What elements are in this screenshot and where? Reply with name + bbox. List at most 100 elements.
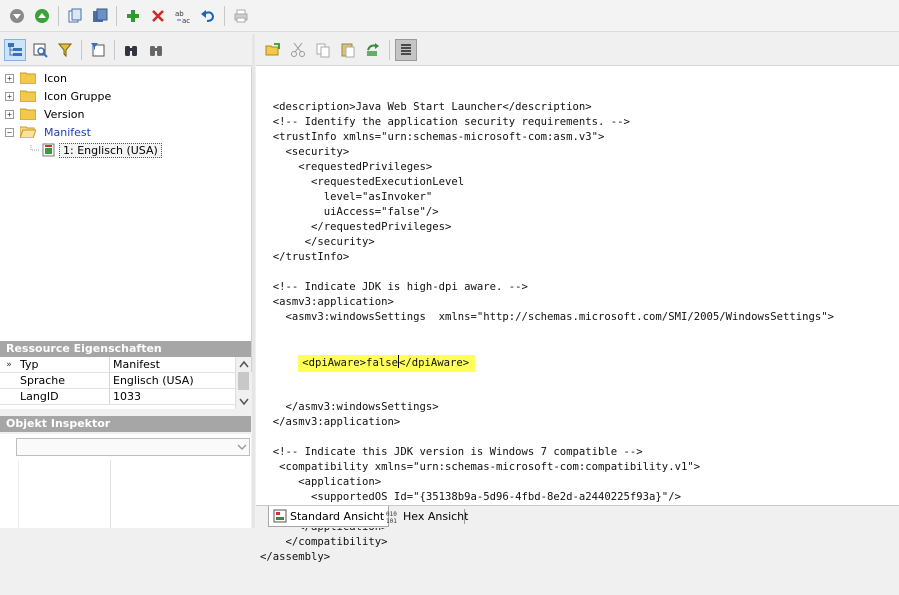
tree-node-label: Version bbox=[44, 107, 85, 121]
editor-toolbar bbox=[256, 34, 899, 66]
tab-hex-view[interactable]: 010 101 Hex Ansicht bbox=[382, 506, 472, 527]
filter-button[interactable] bbox=[54, 39, 76, 61]
svg-text:ac: ac bbox=[182, 17, 190, 24]
text-lines-icon bbox=[401, 43, 411, 55]
grid-divider bbox=[110, 460, 111, 528]
tree-leaf-manifest-lang[interactable]: 1: Englisch (USA) bbox=[30, 141, 162, 159]
paste-button[interactable] bbox=[337, 39, 359, 61]
code-line: </compatibility> bbox=[260, 536, 388, 548]
save-resources-button[interactable] bbox=[89, 5, 111, 27]
scroll-up-icon[interactable] bbox=[239, 360, 249, 368]
code-block-before: <description>Java Web Start Launcher</de… bbox=[260, 100, 899, 325]
folder-icon bbox=[20, 108, 36, 120]
tree-connector-icon bbox=[30, 145, 40, 151]
rename-icon: abac bbox=[175, 10, 190, 24]
panel-splitter[interactable] bbox=[252, 34, 255, 528]
resource-tree: + Icon + Icon Gruppe + Version − Manifes… bbox=[0, 67, 252, 372]
manifest-editor[interactable]: <description>Java Web Start Launcher</de… bbox=[260, 70, 899, 563]
delete-icon bbox=[152, 9, 164, 22]
code-line: </trustInfo> bbox=[260, 251, 350, 263]
rename-button[interactable]: ab ac bbox=[172, 5, 194, 27]
toolbar-separator bbox=[389, 39, 390, 60]
undo-button[interactable] bbox=[197, 5, 219, 27]
tab-standard-view[interactable]: Standard Ansicht bbox=[268, 506, 390, 527]
property-value: Englisch (USA) bbox=[113, 374, 194, 387]
tab-label: Hex Ansicht bbox=[403, 510, 469, 523]
copy-button[interactable] bbox=[312, 39, 334, 61]
code-line: </security> bbox=[260, 236, 375, 248]
standard-view-icon bbox=[273, 509, 287, 523]
code-line: </asmv3:windowsSettings> bbox=[260, 401, 439, 413]
code-line: <description>Java Web Start Launcher</de… bbox=[260, 101, 592, 113]
filter-icon bbox=[57, 43, 73, 57]
cut-button[interactable] bbox=[287, 39, 309, 61]
tab-label: Standard Ansicht bbox=[290, 509, 385, 523]
tree-node-label: Icon Gruppe bbox=[44, 89, 112, 103]
object-inspector-grid bbox=[0, 460, 251, 528]
chevron-down-icon[interactable] bbox=[237, 442, 247, 452]
code-line: </asmv3:application> bbox=[260, 416, 401, 428]
code-line: <!-- Indicate this JDK version is Window… bbox=[260, 446, 643, 458]
toolbar-separator bbox=[81, 39, 82, 60]
property-value: 1033 bbox=[113, 390, 141, 403]
move-down-button[interactable] bbox=[6, 5, 28, 27]
manifest-file-icon bbox=[42, 143, 55, 157]
tree-view-button[interactable] bbox=[4, 38, 26, 61]
expand-icon[interactable]: + bbox=[5, 91, 14, 101]
cut-icon bbox=[291, 42, 305, 57]
code-line: <compatibility xmlns="urn:schemas-micros… bbox=[260, 461, 701, 473]
add-icon bbox=[127, 9, 139, 22]
open-folder-icon bbox=[20, 126, 36, 138]
collapse-icon[interactable]: − bbox=[5, 127, 14, 137]
copy-resource-button[interactable] bbox=[64, 5, 86, 27]
highlight-text-after: </dpiAware> bbox=[398, 357, 470, 369]
left-toolbar bbox=[0, 34, 252, 66]
property-name: Typ bbox=[18, 357, 110, 372]
print-button[interactable] bbox=[230, 5, 252, 27]
property-row[interactable]: » Typ Manifest bbox=[0, 357, 251, 373]
text-view-button[interactable] bbox=[395, 38, 417, 61]
save-resources-icon bbox=[93, 8, 108, 22]
svg-text:010: 010 bbox=[386, 511, 397, 518]
find-next-button[interactable] bbox=[145, 39, 167, 61]
code-line: </assembly> bbox=[260, 551, 331, 563]
move-up-button[interactable] bbox=[31, 5, 53, 27]
property-row[interactable]: LangID 1033 bbox=[0, 389, 251, 405]
expand-icon[interactable]: + bbox=[5, 73, 14, 83]
property-row[interactable]: Sprache Englisch (USA) bbox=[0, 373, 251, 389]
delete-button[interactable] bbox=[147, 5, 169, 27]
code-line-highlighted: <dpiAware>false</dpiAware> bbox=[260, 355, 899, 372]
object-inspector-combo[interactable] bbox=[16, 438, 250, 456]
resource-properties-header: Ressource Eigenschaften bbox=[0, 341, 251, 357]
tree-node-icon-gruppe[interactable]: + Icon Gruppe bbox=[5, 87, 111, 105]
property-name: Sprache bbox=[18, 373, 110, 388]
copy-icon bbox=[316, 43, 330, 57]
image-view-button[interactable] bbox=[29, 39, 51, 61]
apply-changes-button[interactable] bbox=[362, 39, 384, 61]
property-value: Manifest bbox=[113, 358, 160, 371]
code-line: <application> bbox=[260, 476, 382, 488]
row-indicator bbox=[0, 373, 18, 388]
code-line: <supportedOS Id="{35138b9a-5d96-4fbd-8e2… bbox=[260, 491, 681, 503]
toolbar-separator bbox=[58, 5, 59, 26]
copy-resource-icon bbox=[68, 8, 82, 22]
scroll-thumb[interactable] bbox=[238, 372, 249, 390]
expand-icon[interactable]: + bbox=[5, 109, 14, 119]
row-indicator bbox=[0, 389, 18, 404]
toolbar-separator bbox=[116, 5, 117, 26]
add-button[interactable] bbox=[122, 5, 144, 27]
tree-node-manifest[interactable]: − Manifest bbox=[5, 123, 91, 141]
filter-type-button[interactable] bbox=[87, 39, 109, 61]
open-file-button[interactable] bbox=[262, 39, 284, 61]
properties-scrollbar[interactable] bbox=[235, 357, 251, 409]
tree-node-version[interactable]: + Version bbox=[5, 105, 84, 123]
scroll-down-icon[interactable] bbox=[239, 398, 249, 406]
code-line: <requestedExecutionLevel bbox=[260, 176, 465, 188]
move-down-icon bbox=[10, 8, 24, 23]
editor-panel: <description>Java Web Start Launcher</de… bbox=[256, 34, 899, 563]
highlight-text-before: <dpiAware>false bbox=[302, 357, 398, 369]
tree-node-icon[interactable]: + Icon bbox=[5, 69, 67, 87]
find-button[interactable] bbox=[120, 39, 142, 61]
move-up-icon bbox=[35, 8, 49, 23]
